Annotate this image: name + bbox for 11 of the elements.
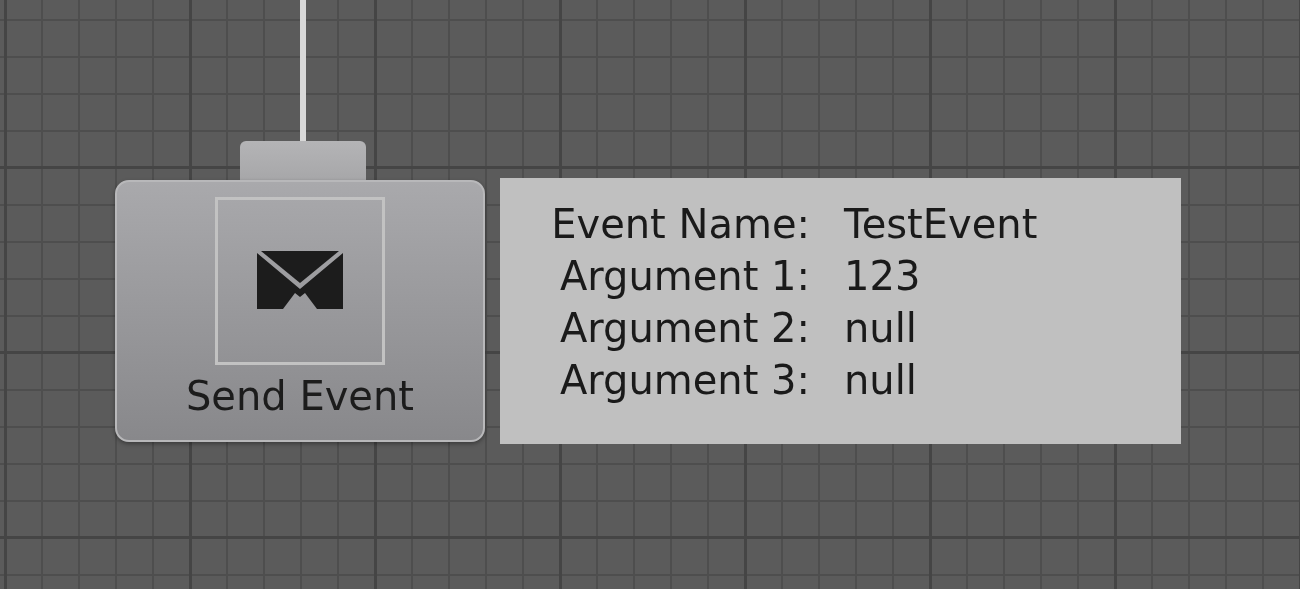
property-label: Argument 1: xyxy=(558,252,810,301)
property-label: Event Name: xyxy=(550,200,810,249)
property-label: Argument 3: xyxy=(558,356,810,405)
property-value: null xyxy=(844,356,917,405)
property-value: 123 xyxy=(844,252,921,301)
input-port[interactable] xyxy=(240,141,366,183)
property-label: Argument 2: xyxy=(558,304,810,353)
node-title: Send Event xyxy=(185,372,414,421)
property-value: null xyxy=(844,304,917,353)
event-node[interactable]: Send Event xyxy=(115,180,485,442)
property-value: TestEvent xyxy=(844,200,1038,249)
